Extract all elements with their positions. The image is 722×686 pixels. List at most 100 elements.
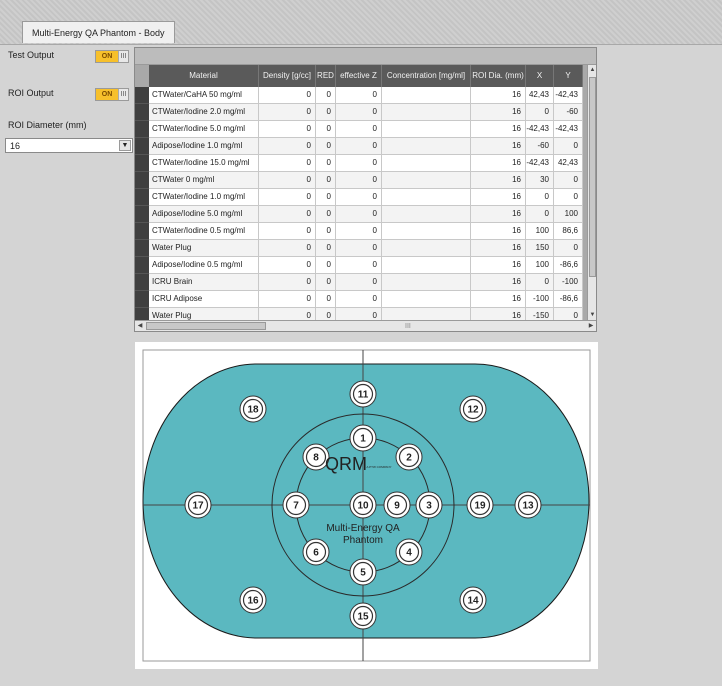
cell-effz[interactable]: 0 bbox=[336, 121, 382, 138]
cell-material[interactable]: CTWater/Iodine 5.0 mg/ml bbox=[149, 121, 259, 138]
cell-conc[interactable] bbox=[382, 87, 471, 104]
cell-x[interactable]: 30 bbox=[526, 172, 554, 189]
tab-multi-energy-phantom-body[interactable]: Multi-Energy QA Phantom - Body bbox=[22, 21, 175, 43]
cell-effz[interactable]: 0 bbox=[336, 291, 382, 308]
cell-conc[interactable] bbox=[382, 138, 471, 155]
cell-roi[interactable]: 16 bbox=[471, 240, 526, 257]
cell-effz[interactable]: 0 bbox=[336, 87, 382, 104]
column-header-material[interactable]: Material bbox=[149, 65, 259, 87]
cell-x[interactable]: 100 bbox=[526, 223, 554, 240]
table-row[interactable]: Adipose/Iodine 0.5 mg/ml 0 0 0 16 100 -86,6 bbox=[135, 257, 587, 274]
cell-material[interactable]: CTWater/Iodine 2.0 mg/ml bbox=[149, 104, 259, 121]
row-selector[interactable] bbox=[135, 172, 149, 189]
cell-y[interactable]: -42,43 bbox=[554, 87, 583, 104]
cell-conc[interactable] bbox=[382, 121, 471, 138]
cell-y[interactable]: 0 bbox=[554, 138, 583, 155]
cell-x[interactable]: 0 bbox=[526, 274, 554, 291]
cell-conc[interactable] bbox=[382, 206, 471, 223]
roi-output-toggle[interactable]: ON III bbox=[95, 88, 129, 101]
cell-material[interactable]: CTWater 0 mg/ml bbox=[149, 172, 259, 189]
cell-conc[interactable] bbox=[382, 104, 471, 121]
row-selector[interactable] bbox=[135, 240, 149, 257]
vertical-scroll-thumb[interactable] bbox=[589, 77, 596, 277]
column-header-concentration[interactable]: Concentration [mg/ml] bbox=[382, 65, 471, 87]
cell-red[interactable]: 0 bbox=[316, 206, 336, 223]
row-selector[interactable] bbox=[135, 189, 149, 206]
row-selector[interactable] bbox=[135, 308, 149, 320]
scroll-down-icon[interactable]: ▼ bbox=[588, 310, 596, 320]
cell-roi[interactable]: 16 bbox=[471, 308, 526, 320]
row-selector[interactable] bbox=[135, 138, 149, 155]
column-header-effective-z[interactable]: effective Z bbox=[336, 65, 382, 87]
cell-density[interactable]: 0 bbox=[259, 257, 316, 274]
cell-material[interactable]: Water Plug bbox=[149, 308, 259, 320]
cell-x[interactable]: 100 bbox=[526, 257, 554, 274]
cell-red[interactable]: 0 bbox=[316, 223, 336, 240]
cell-density[interactable]: 0 bbox=[259, 155, 316, 172]
cell-red[interactable]: 0 bbox=[316, 274, 336, 291]
cell-conc[interactable] bbox=[382, 240, 471, 257]
cell-red[interactable]: 0 bbox=[316, 104, 336, 121]
cell-roi[interactable]: 16 bbox=[471, 104, 526, 121]
horizontal-scrollbar[interactable]: ◀ III ▶ bbox=[135, 320, 596, 331]
cell-effz[interactable]: 0 bbox=[336, 274, 382, 291]
cell-x[interactable]: 42,43 bbox=[526, 87, 554, 104]
table-row[interactable]: CTWater/Iodine 5.0 mg/ml 0 0 0 16 -42,43 -42,4… bbox=[135, 121, 587, 138]
cell-roi[interactable]: 16 bbox=[471, 206, 526, 223]
cell-conc[interactable] bbox=[382, 172, 471, 189]
cell-y[interactable]: 42,43 bbox=[554, 155, 583, 172]
cell-material[interactable]: CTWater/CaHA 50 mg/ml bbox=[149, 87, 259, 104]
cell-density[interactable]: 0 bbox=[259, 206, 316, 223]
cell-y[interactable]: -60 bbox=[554, 104, 583, 121]
row-selector[interactable] bbox=[135, 223, 149, 240]
cell-conc[interactable] bbox=[382, 223, 471, 240]
cell-density[interactable]: 0 bbox=[259, 189, 316, 206]
cell-density[interactable]: 0 bbox=[259, 138, 316, 155]
cell-effz[interactable]: 0 bbox=[336, 189, 382, 206]
cell-y[interactable]: 0 bbox=[554, 189, 583, 206]
cell-material[interactable]: ICRU Brain bbox=[149, 274, 259, 291]
cell-y[interactable]: 0 bbox=[554, 240, 583, 257]
cell-roi[interactable]: 16 bbox=[471, 274, 526, 291]
vertical-scrollbar[interactable]: ▲ ▼ bbox=[587, 65, 596, 320]
cell-roi[interactable]: 16 bbox=[471, 172, 526, 189]
cell-roi[interactable]: 16 bbox=[471, 189, 526, 206]
table-row[interactable]: Adipose/Iodine 1.0 mg/ml 0 0 0 16 -60 0 bbox=[135, 138, 587, 155]
cell-effz[interactable]: 0 bbox=[336, 308, 382, 320]
cell-x[interactable]: 0 bbox=[526, 104, 554, 121]
cell-material[interactable]: Adipose/Iodine 5.0 mg/ml bbox=[149, 206, 259, 223]
scroll-up-icon[interactable]: ▲ bbox=[588, 65, 596, 75]
row-selector[interactable] bbox=[135, 87, 149, 104]
cell-roi[interactable]: 16 bbox=[471, 223, 526, 240]
cell-red[interactable]: 0 bbox=[316, 138, 336, 155]
cell-density[interactable]: 0 bbox=[259, 274, 316, 291]
table-row[interactable]: Water Plug 0 0 0 16 150 0 bbox=[135, 240, 587, 257]
table-row[interactable]: CTWater/Iodine 1.0 mg/ml 0 0 0 16 0 0 bbox=[135, 189, 587, 206]
row-selector[interactable] bbox=[135, 206, 149, 223]
column-header-roi-dia[interactable]: ROI Dia. (mm) bbox=[471, 65, 526, 87]
cell-roi[interactable]: 16 bbox=[471, 121, 526, 138]
cell-red[interactable]: 0 bbox=[316, 308, 336, 320]
cell-effz[interactable]: 0 bbox=[336, 257, 382, 274]
cell-y[interactable]: -86,6 bbox=[554, 291, 583, 308]
cell-red[interactable]: 0 bbox=[316, 291, 336, 308]
cell-effz[interactable]: 0 bbox=[336, 155, 382, 172]
cell-x[interactable]: -60 bbox=[526, 138, 554, 155]
cell-density[interactable]: 0 bbox=[259, 291, 316, 308]
row-selector[interactable] bbox=[135, 257, 149, 274]
cell-density[interactable]: 0 bbox=[259, 172, 316, 189]
row-selector[interactable] bbox=[135, 274, 149, 291]
cell-roi[interactable]: 16 bbox=[471, 257, 526, 274]
cell-x[interactable]: -100 bbox=[526, 291, 554, 308]
cell-density[interactable]: 0 bbox=[259, 223, 316, 240]
cell-red[interactable]: 0 bbox=[316, 155, 336, 172]
cell-x[interactable]: -150 bbox=[526, 308, 554, 320]
horizontal-scroll-thumb[interactable] bbox=[146, 322, 266, 330]
column-header-red[interactable]: RED bbox=[316, 65, 336, 87]
cell-conc[interactable] bbox=[382, 274, 471, 291]
chevron-down-icon[interactable]: ▼ bbox=[119, 140, 131, 151]
cell-x[interactable]: 0 bbox=[526, 189, 554, 206]
column-header-y[interactable]: Y bbox=[554, 65, 583, 87]
cell-density[interactable]: 0 bbox=[259, 104, 316, 121]
cell-material[interactable]: ICRU Adipose bbox=[149, 291, 259, 308]
